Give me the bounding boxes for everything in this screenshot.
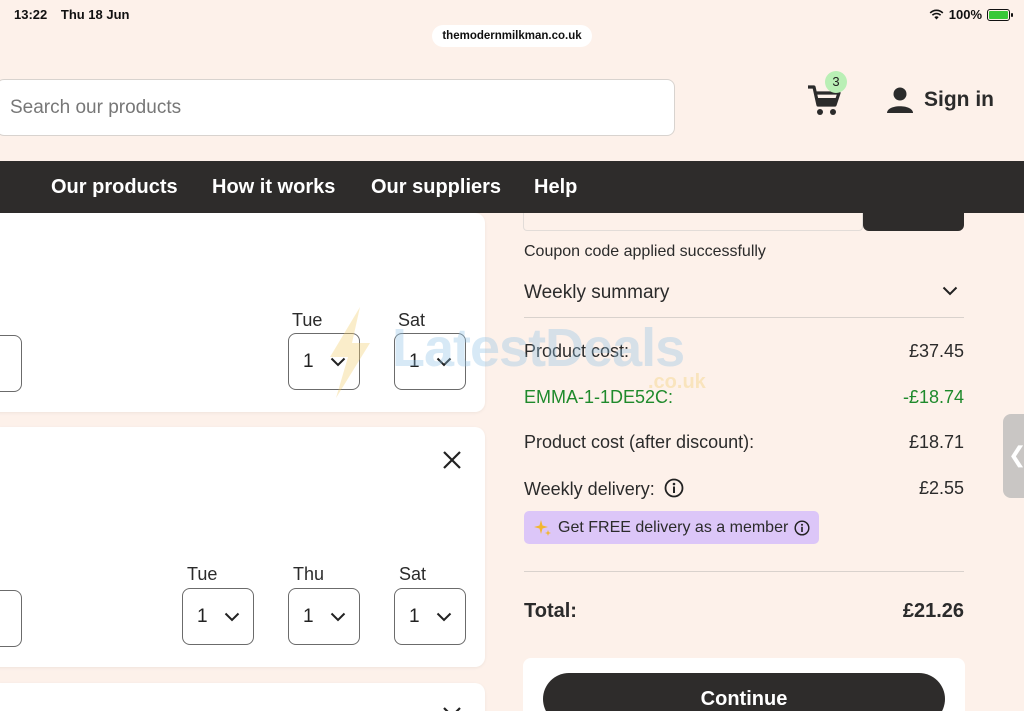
product-cost-row: Product cost: £37.45 [524, 341, 964, 362]
total-value: £21.26 [902, 600, 964, 622]
close-icon[interactable] [441, 705, 463, 711]
member-promo-text: Get FREE delivery as a member [558, 518, 789, 536]
day-label-sat: Sat [398, 310, 426, 330]
battery-icon [987, 8, 1013, 21]
chevron-down-icon [436, 357, 451, 366]
info-icon[interactable] [794, 519, 810, 536]
status-date: Thu 18 Jun [60, 7, 130, 22]
weekly-delivery-value: £2.55 [918, 478, 964, 498]
battery-percent: 100% [948, 7, 982, 22]
chevron-down-icon [942, 286, 958, 296]
chevron-down-icon [436, 612, 451, 621]
sparkle-icon [534, 519, 551, 536]
nav-our-suppliers[interactable]: Our suppliers [371, 176, 501, 199]
quantity-select-sat[interactable]: 1 [394, 333, 466, 390]
product-cost-label: Product cost: [524, 341, 630, 361]
quantity-select-tue[interactable]: 1 [288, 333, 360, 390]
quantity-select-tue[interactable]: 1 [182, 588, 254, 645]
status-bar: 13:22 Thu 18 Jun 100% [0, 0, 1024, 28]
search-bar[interactable] [0, 79, 675, 136]
quantity-select-thu[interactable]: 1 [288, 588, 360, 645]
chevron-down-icon [224, 612, 239, 621]
coupon-apply-button[interactable] [863, 213, 964, 231]
cart-count-badge: 3 [825, 71, 847, 93]
member-promo-banner[interactable]: Get FREE delivery as a member [524, 511, 819, 544]
sign-in-label: Sign in [924, 88, 994, 111]
quantity-value: 1 [303, 605, 314, 627]
status-time: 13:22 [14, 7, 48, 22]
day-label-sat: Sat [399, 564, 427, 584]
coupon-code-label: EMMA-1-1DE52C: [524, 387, 674, 407]
after-discount-value: £18.71 [908, 432, 964, 452]
after-discount-row: Product cost (after discount): £18.71 [524, 432, 964, 453]
close-icon[interactable] [441, 449, 463, 471]
quantity-select-sat[interactable]: 1 [394, 588, 466, 645]
continue-button[interactable]: Continue [543, 673, 945, 711]
after-discount-label: Product cost (after discount): [524, 432, 755, 452]
weekly-summary-toggle[interactable]: Weekly summary [524, 282, 964, 318]
coupon-input[interactable] [523, 213, 863, 231]
side-drawer-tab[interactable]: ❮ [1003, 414, 1024, 498]
day-label-tue: Tue [187, 564, 218, 584]
coupon-discount-value: -£18.74 [902, 387, 964, 407]
day-label-tue: Tue [292, 310, 323, 330]
chevron-down-icon [330, 357, 345, 366]
weekly-summary-label: Weekly summary [524, 282, 670, 303]
day-label-thu: Thu [293, 564, 325, 584]
total-label: Total: [524, 600, 577, 622]
quantity-value: 1 [409, 350, 420, 372]
quantity-value: 1 [409, 605, 420, 627]
user-icon [887, 87, 913, 113]
chevron-down-icon [330, 612, 345, 621]
wifi-icon [929, 9, 944, 20]
nav-how-it-works[interactable]: How it works [212, 176, 335, 199]
quantity-select-partial[interactable] [0, 335, 22, 392]
sign-in-button[interactable]: Sign in [886, 86, 994, 114]
product-card [0, 683, 485, 711]
main-nav: Our products How it works Our suppliers … [0, 161, 1024, 213]
coupon-discount-row: EMMA-1-1DE52C: -£18.74 [524, 387, 964, 408]
nav-our-products[interactable]: Our products [51, 176, 178, 199]
product-card: Tue Thu Sat 1 1 1 [0, 427, 485, 667]
coupon-success-message: Coupon code applied successfully [524, 243, 766, 260]
summary-divider [524, 571, 964, 572]
product-card: Tue Sat 1 1 [0, 213, 485, 412]
url-bar[interactable]: themodernmilkman.co.uk [432, 25, 592, 47]
weekly-delivery-row: Weekly delivery: £2.55 [524, 478, 964, 500]
info-icon[interactable] [664, 478, 684, 498]
search-input[interactable] [0, 80, 674, 135]
weekly-delivery-label: Weekly delivery: [524, 479, 655, 499]
total-row: Total: £21.26 [524, 600, 964, 623]
nav-help[interactable]: Help [534, 176, 577, 199]
quantity-value: 1 [197, 605, 208, 627]
chevron-left-icon: ❮ [1008, 442, 1024, 468]
quantity-value: 1 [303, 350, 314, 372]
quantity-select-partial[interactable] [0, 590, 22, 647]
product-cost-value: £37.45 [908, 341, 964, 361]
